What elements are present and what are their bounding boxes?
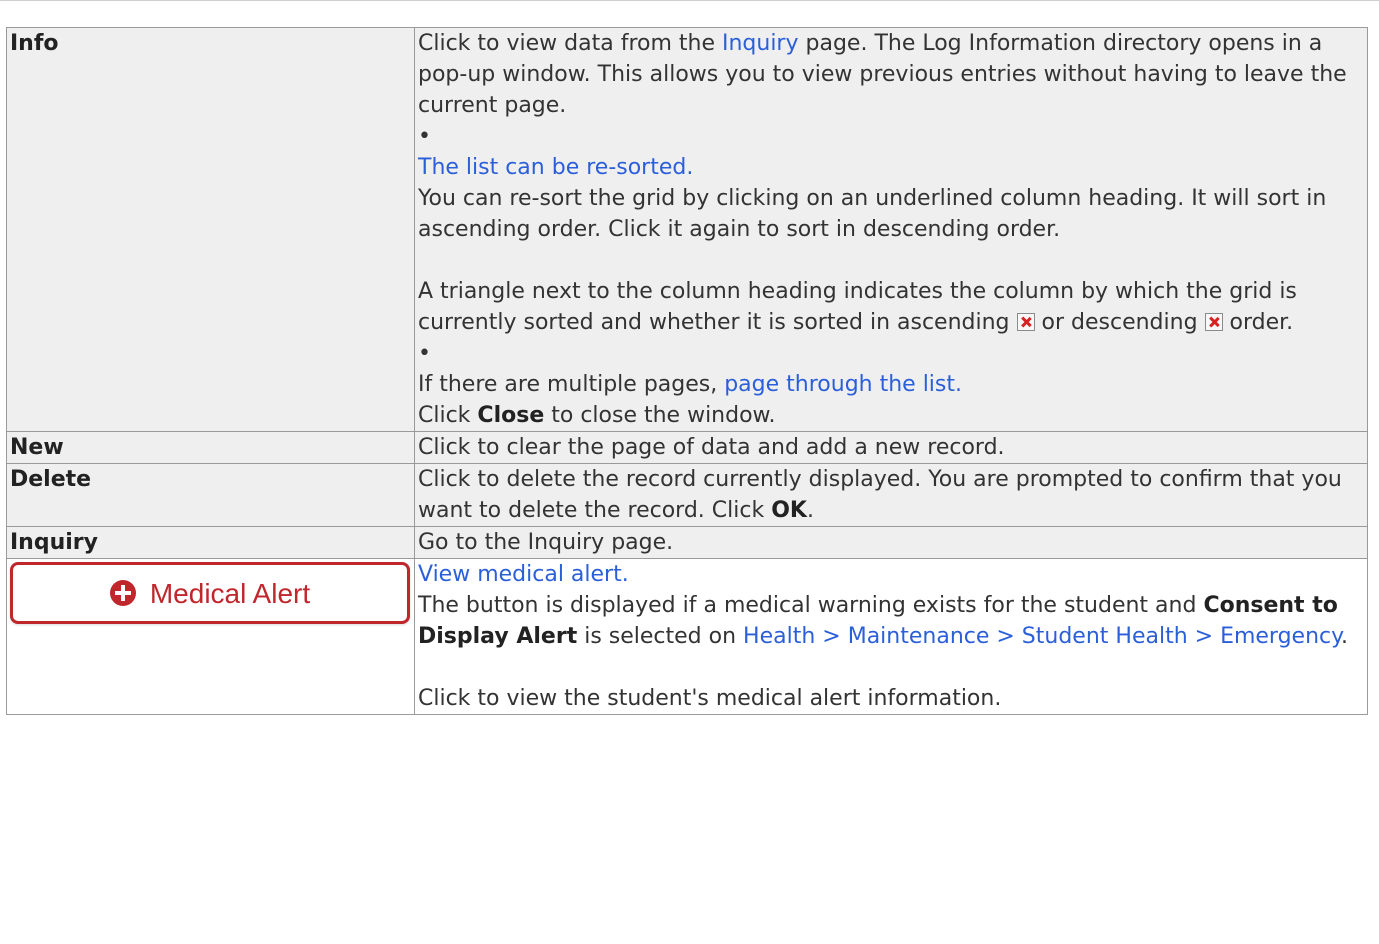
emergency-link[interactable]: Health > Maintenance > Student Health > …	[743, 624, 1341, 649]
triangle-text-mid: or descending	[1034, 310, 1205, 335]
table-row-medical-alert: Medical Alert View medical alert. The bu…	[6, 558, 1368, 715]
medical-click-text: Click to view the student's medical aler…	[418, 686, 1002, 711]
term-new: New	[10, 435, 64, 460]
top-rule	[0, 0, 1379, 1]
term-cell: Info	[6, 27, 415, 432]
term-cell: Inquiry	[6, 526, 415, 559]
description-cell: Click to delete the record currently dis…	[414, 463, 1368, 527]
description-cell: Click to view data from the Inquiry page…	[414, 27, 1368, 432]
table-row-delete: Delete Click to delete the record curren…	[6, 463, 1368, 527]
term-delete: Delete	[10, 467, 92, 492]
medical-alert-label: Medical Alert	[149, 577, 311, 609]
sort-ascending-icon	[1016, 313, 1035, 331]
ok-bold: OK	[771, 498, 807, 523]
description-cell: Go to the Inquiry page.	[414, 526, 1368, 559]
inquiry-text: Go to the Inquiry page.	[418, 530, 674, 555]
delete-text-before: Click to delete the record currently dis…	[418, 467, 1342, 523]
medical-text: The button is displayed if a medical war…	[418, 593, 1204, 618]
table-row-inquiry: Inquiry Go to the Inquiry page.	[6, 526, 1368, 559]
medical-text-after: .	[1341, 624, 1349, 649]
close-bold: Close	[477, 403, 545, 428]
close-text-before: Click	[418, 403, 478, 428]
delete-text-after: .	[806, 498, 814, 523]
description-cell: View medical alert. The button is displa…	[414, 558, 1368, 715]
medical-alert-button[interactable]: Medical Alert	[10, 562, 410, 624]
button-description-table: Info Click to view data from the Inquiry…	[6, 27, 1368, 715]
inquiry-link[interactable]: Inquiry	[722, 31, 799, 56]
new-text: Click to clear the page of data and add …	[418, 435, 1005, 460]
table-row-new: New Click to clear the page of data and …	[6, 431, 1368, 464]
close-text-after: to close the window.	[544, 403, 776, 428]
description-cell: Click to clear the page of data and add …	[414, 431, 1368, 464]
triangle-text-after: order.	[1222, 310, 1294, 335]
plus-circle-icon	[109, 580, 136, 606]
sort-descending-icon	[1204, 313, 1223, 331]
term-cell: New	[6, 431, 415, 464]
bullet: •	[418, 124, 431, 149]
term-info: Info	[10, 31, 59, 56]
info-text-before: Click to view data from the	[418, 31, 722, 56]
view-medical-alert-link[interactable]: View medical alert.	[418, 562, 629, 587]
resort-link[interactable]: The list can be re-sorted.	[418, 155, 693, 180]
term-cell: Delete	[6, 463, 415, 527]
resort-text: You can re-sort the grid by clicking on …	[418, 186, 1327, 242]
table-row-info: Info Click to view data from the Inquiry…	[6, 27, 1368, 432]
pages-text: If there are multiple pages,	[418, 372, 725, 397]
term-cell: Medical Alert	[6, 558, 415, 715]
page-through-link[interactable]: page through the list.	[724, 372, 962, 397]
medical-text-mid: is selected on	[577, 624, 744, 649]
term-inquiry: Inquiry	[10, 530, 98, 555]
bullet: •	[418, 341, 431, 366]
